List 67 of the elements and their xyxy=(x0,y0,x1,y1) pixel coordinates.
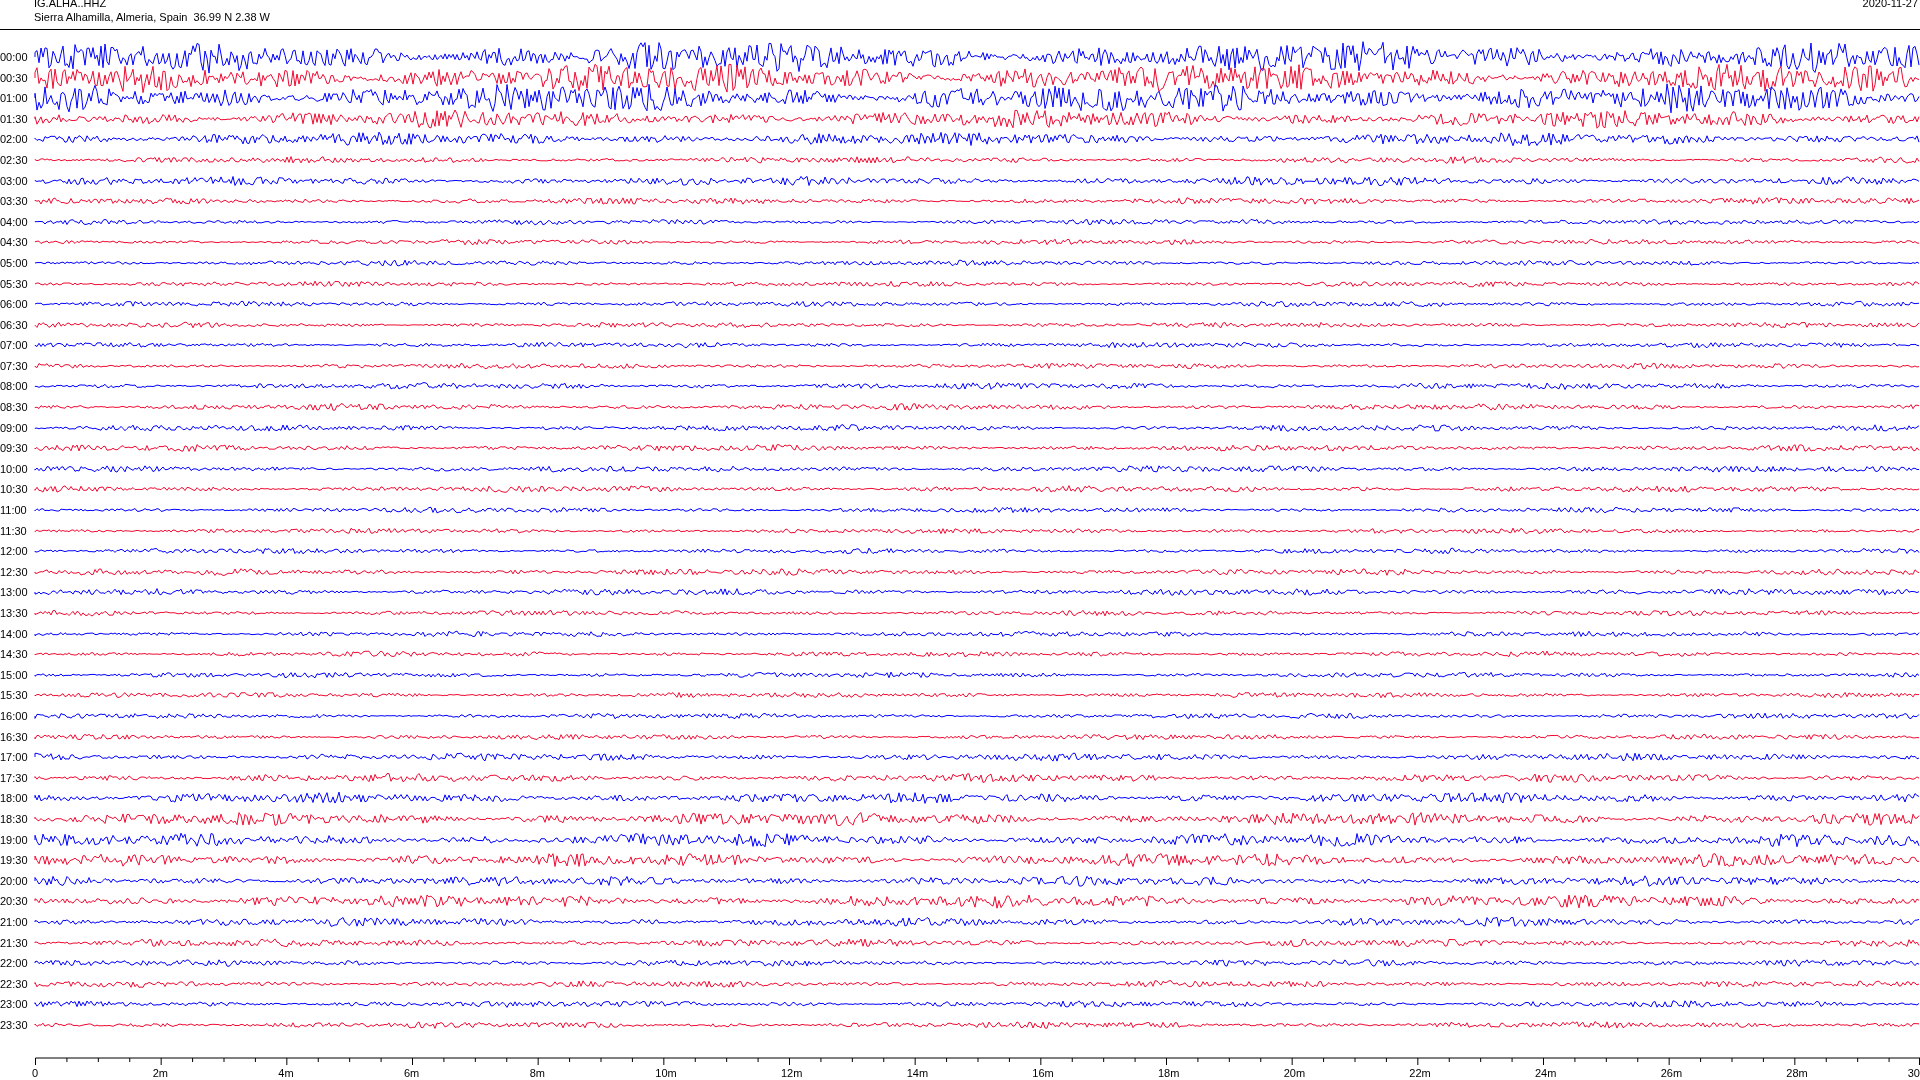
tick-label: 8m xyxy=(529,1067,545,1080)
tick-label: 16m xyxy=(1032,1067,1054,1080)
tick-label: 18m xyxy=(1158,1067,1180,1080)
time-label: 20:30 xyxy=(0,895,29,908)
station-location: Sierra Alhamilla, Almeria, Spain 36.99 N 2.38 W xyxy=(34,11,270,24)
time-label: 09:30 xyxy=(0,442,29,455)
time-label: 08:00 xyxy=(0,380,29,393)
tick-label: 24m xyxy=(1535,1067,1557,1080)
time-label: 15:00 xyxy=(0,668,29,681)
time-label: 05:30 xyxy=(0,277,29,290)
time-label: 19:30 xyxy=(0,854,29,867)
time-label: 20:00 xyxy=(0,874,29,887)
time-label: 23:30 xyxy=(0,1018,29,1031)
time-label: 12:00 xyxy=(0,545,29,558)
time-label: 18:30 xyxy=(0,812,29,825)
time-label: 17:30 xyxy=(0,771,29,784)
time-label: 10:30 xyxy=(0,483,29,496)
time-label: 18:00 xyxy=(0,792,29,805)
time-label: 01:00 xyxy=(0,92,29,105)
tick-label: 28m xyxy=(1786,1067,1808,1080)
time-label: 08:30 xyxy=(0,401,29,414)
tick-label: 0 xyxy=(32,1067,39,1080)
tick-label: 12m xyxy=(781,1067,803,1080)
time-label: 00:00 xyxy=(0,51,29,63)
tick-label: 14m xyxy=(906,1067,929,1080)
time-label: 05:00 xyxy=(0,256,29,269)
time-label: 06:00 xyxy=(0,298,29,311)
time-label: 11:00 xyxy=(0,504,28,517)
time-label: 14:30 xyxy=(0,648,29,661)
time-label: 03:30 xyxy=(0,195,29,208)
time-label: 14:00 xyxy=(0,627,29,640)
time-label: 23:00 xyxy=(0,998,29,1011)
tick-label: 6m xyxy=(404,1067,420,1080)
time-label: 11:30 xyxy=(0,524,28,537)
time-label: 06:30 xyxy=(0,318,29,331)
time-label: 02:00 xyxy=(0,133,29,146)
time-label: 13:00 xyxy=(0,586,29,599)
time-label: 04:30 xyxy=(0,236,29,249)
time-label: 01:30 xyxy=(0,112,29,125)
tick-label: 22m xyxy=(1409,1067,1431,1080)
time-label: 22:30 xyxy=(0,977,29,990)
time-label: 13:30 xyxy=(0,607,29,619)
time-label: 12:30 xyxy=(0,565,29,578)
tick-label: 20m xyxy=(1283,1067,1306,1080)
time-label: 07:30 xyxy=(0,359,29,372)
time-label: 07:00 xyxy=(0,339,29,352)
station-code: IG.ALHA..HHZ xyxy=(34,0,108,10)
time-label: 19:00 xyxy=(0,833,29,846)
time-label: 22:00 xyxy=(0,957,29,970)
tick-label: 2m xyxy=(152,1067,168,1080)
tick-label: 30 xyxy=(1907,1067,1920,1080)
time-label: 04:00 xyxy=(0,215,29,228)
date-label: 2020-11-27 xyxy=(1862,0,1919,11)
time-label: 03:00 xyxy=(0,174,29,187)
tick-label: 4m xyxy=(278,1067,294,1080)
tick-label: 26m xyxy=(1660,1067,1683,1080)
tick-label: 10m xyxy=(655,1067,677,1080)
time-label: 15:30 xyxy=(0,689,29,702)
time-label: 09:00 xyxy=(0,421,29,434)
time-label: 00:30 xyxy=(0,71,29,84)
time-label: 02:30 xyxy=(0,153,29,166)
time-label: 16:30 xyxy=(0,730,29,743)
time-label: 21:30 xyxy=(0,936,29,949)
time-label: 21:00 xyxy=(0,915,29,928)
time-label: 17:00 xyxy=(0,751,29,764)
time-label: 16:00 xyxy=(0,710,29,722)
time-label: 10:00 xyxy=(0,462,29,475)
